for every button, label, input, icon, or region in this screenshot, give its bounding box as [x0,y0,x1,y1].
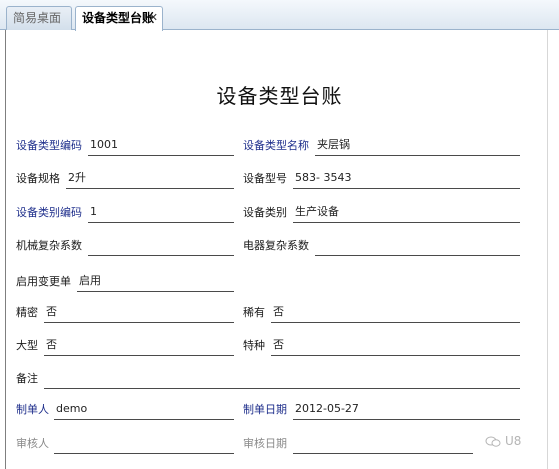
large-field: 大型 否 [16,336,234,356]
field-underline [293,419,520,420]
equipment-category-code-input[interactable]: 1 [90,203,97,221]
field-underline [271,322,520,323]
equipment-type-code-input[interactable]: 1001 [90,136,118,154]
remarks-field: 备注 [16,369,520,389]
equipment-model-label: 设备型号 [243,172,287,185]
precision-field: 精密 否 [16,303,234,323]
elec-complexity-label: 电器复杂系数 [243,239,309,252]
elec-complexity-field: 电器复杂系数 [243,236,520,256]
tab-label: 简易桌面 [13,11,62,25]
equipment-type-name-label: 设备类型名称 [243,139,309,152]
equipment-type-name-field: 设备类型名称 夹层锅 [243,136,520,156]
creator-field: 制单人 demo [16,400,234,420]
field-underline [315,155,520,156]
field-underline [271,355,520,356]
remarks-label: 备注 [16,372,38,385]
field-underline [293,453,473,454]
rare-field: 稀有 否 [243,303,520,323]
field-underline [44,388,520,389]
enable-change-form-field: 启用变更单 启用 [16,272,234,292]
field-underline [44,322,234,323]
create-date-input[interactable]: 2012-05-27 [295,400,359,418]
equipment-type-code-label: 设备类型编码 [16,139,82,152]
enable-change-form-label: 启用变更单 [16,275,71,288]
tab-equipment-type-ledger[interactable]: 设备类型台账 ✕ [75,6,163,31]
review-date-field: 审核日期 [243,434,473,454]
rare-input[interactable]: 否 [273,303,284,321]
equipment-type-code-field: 设备类型编码 1001 [16,136,234,156]
field-underline [88,255,234,256]
create-date-field: 制单日期 2012-05-27 [243,400,520,420]
tab-bar: 简易桌面 设备类型台账 ✕ [0,0,559,31]
field-underline [54,419,234,420]
large-input[interactable]: 否 [46,336,57,354]
field-underline [293,222,520,223]
create-date-label: 制单日期 [243,403,287,416]
watermark: U8 [485,434,521,448]
tab-label: 设备类型台账 [82,11,155,25]
field-underline [293,188,520,189]
field-underline [66,188,234,189]
page-title: 设备类型台账 [216,84,343,108]
large-label: 大型 [16,339,38,352]
equipment-category-input[interactable]: 生产设备 [295,203,339,221]
field-underline [44,355,234,356]
field-underline [54,453,234,454]
equipment-model-field: 设备型号 583- 3543 [243,169,520,189]
equipment-spec-input[interactable]: 2升 [68,169,86,187]
special-input[interactable]: 否 [273,336,284,354]
precision-label: 精密 [16,306,38,319]
precision-input[interactable]: 否 [46,303,57,321]
creator-input[interactable]: demo [56,400,87,418]
enable-change-form-input[interactable]: 启用 [79,272,101,290]
equipment-spec-field: 设备规格 2升 [16,169,234,189]
field-underline [88,155,234,156]
mech-complexity-label: 机械复杂系数 [16,239,82,252]
close-icon[interactable]: ✕ [149,7,158,29]
watermark-text: U8 [505,434,522,448]
equipment-model-input[interactable]: 583- 3543 [295,169,351,187]
equipment-type-name-input[interactable]: 夹层锅 [317,136,350,154]
special-label: 特种 [243,339,265,352]
field-underline [77,291,234,292]
creator-label: 制单人 [16,403,49,416]
reviewer-label: 审核人 [16,437,49,450]
rare-label: 稀有 [243,306,265,319]
equipment-category-label: 设备类别 [243,206,287,219]
mech-complexity-field: 机械复杂系数 [16,236,234,256]
field-underline [315,255,520,256]
review-date-label: 审核日期 [243,437,287,450]
equipment-category-code-field: 设备类别编码 1 [16,203,234,223]
tab-simple-desktop[interactable]: 简易桌面 [6,6,72,30]
field-underline [88,222,234,223]
equipment-category-code-label: 设备类别编码 [16,206,82,219]
special-field: 特种 否 [243,336,520,356]
reviewer-field: 审核人 [16,434,234,454]
equipment-spec-label: 设备规格 [16,172,60,185]
chat-bubble-icon [485,436,501,447]
equipment-category-field: 设备类别 生产设备 [243,203,520,223]
